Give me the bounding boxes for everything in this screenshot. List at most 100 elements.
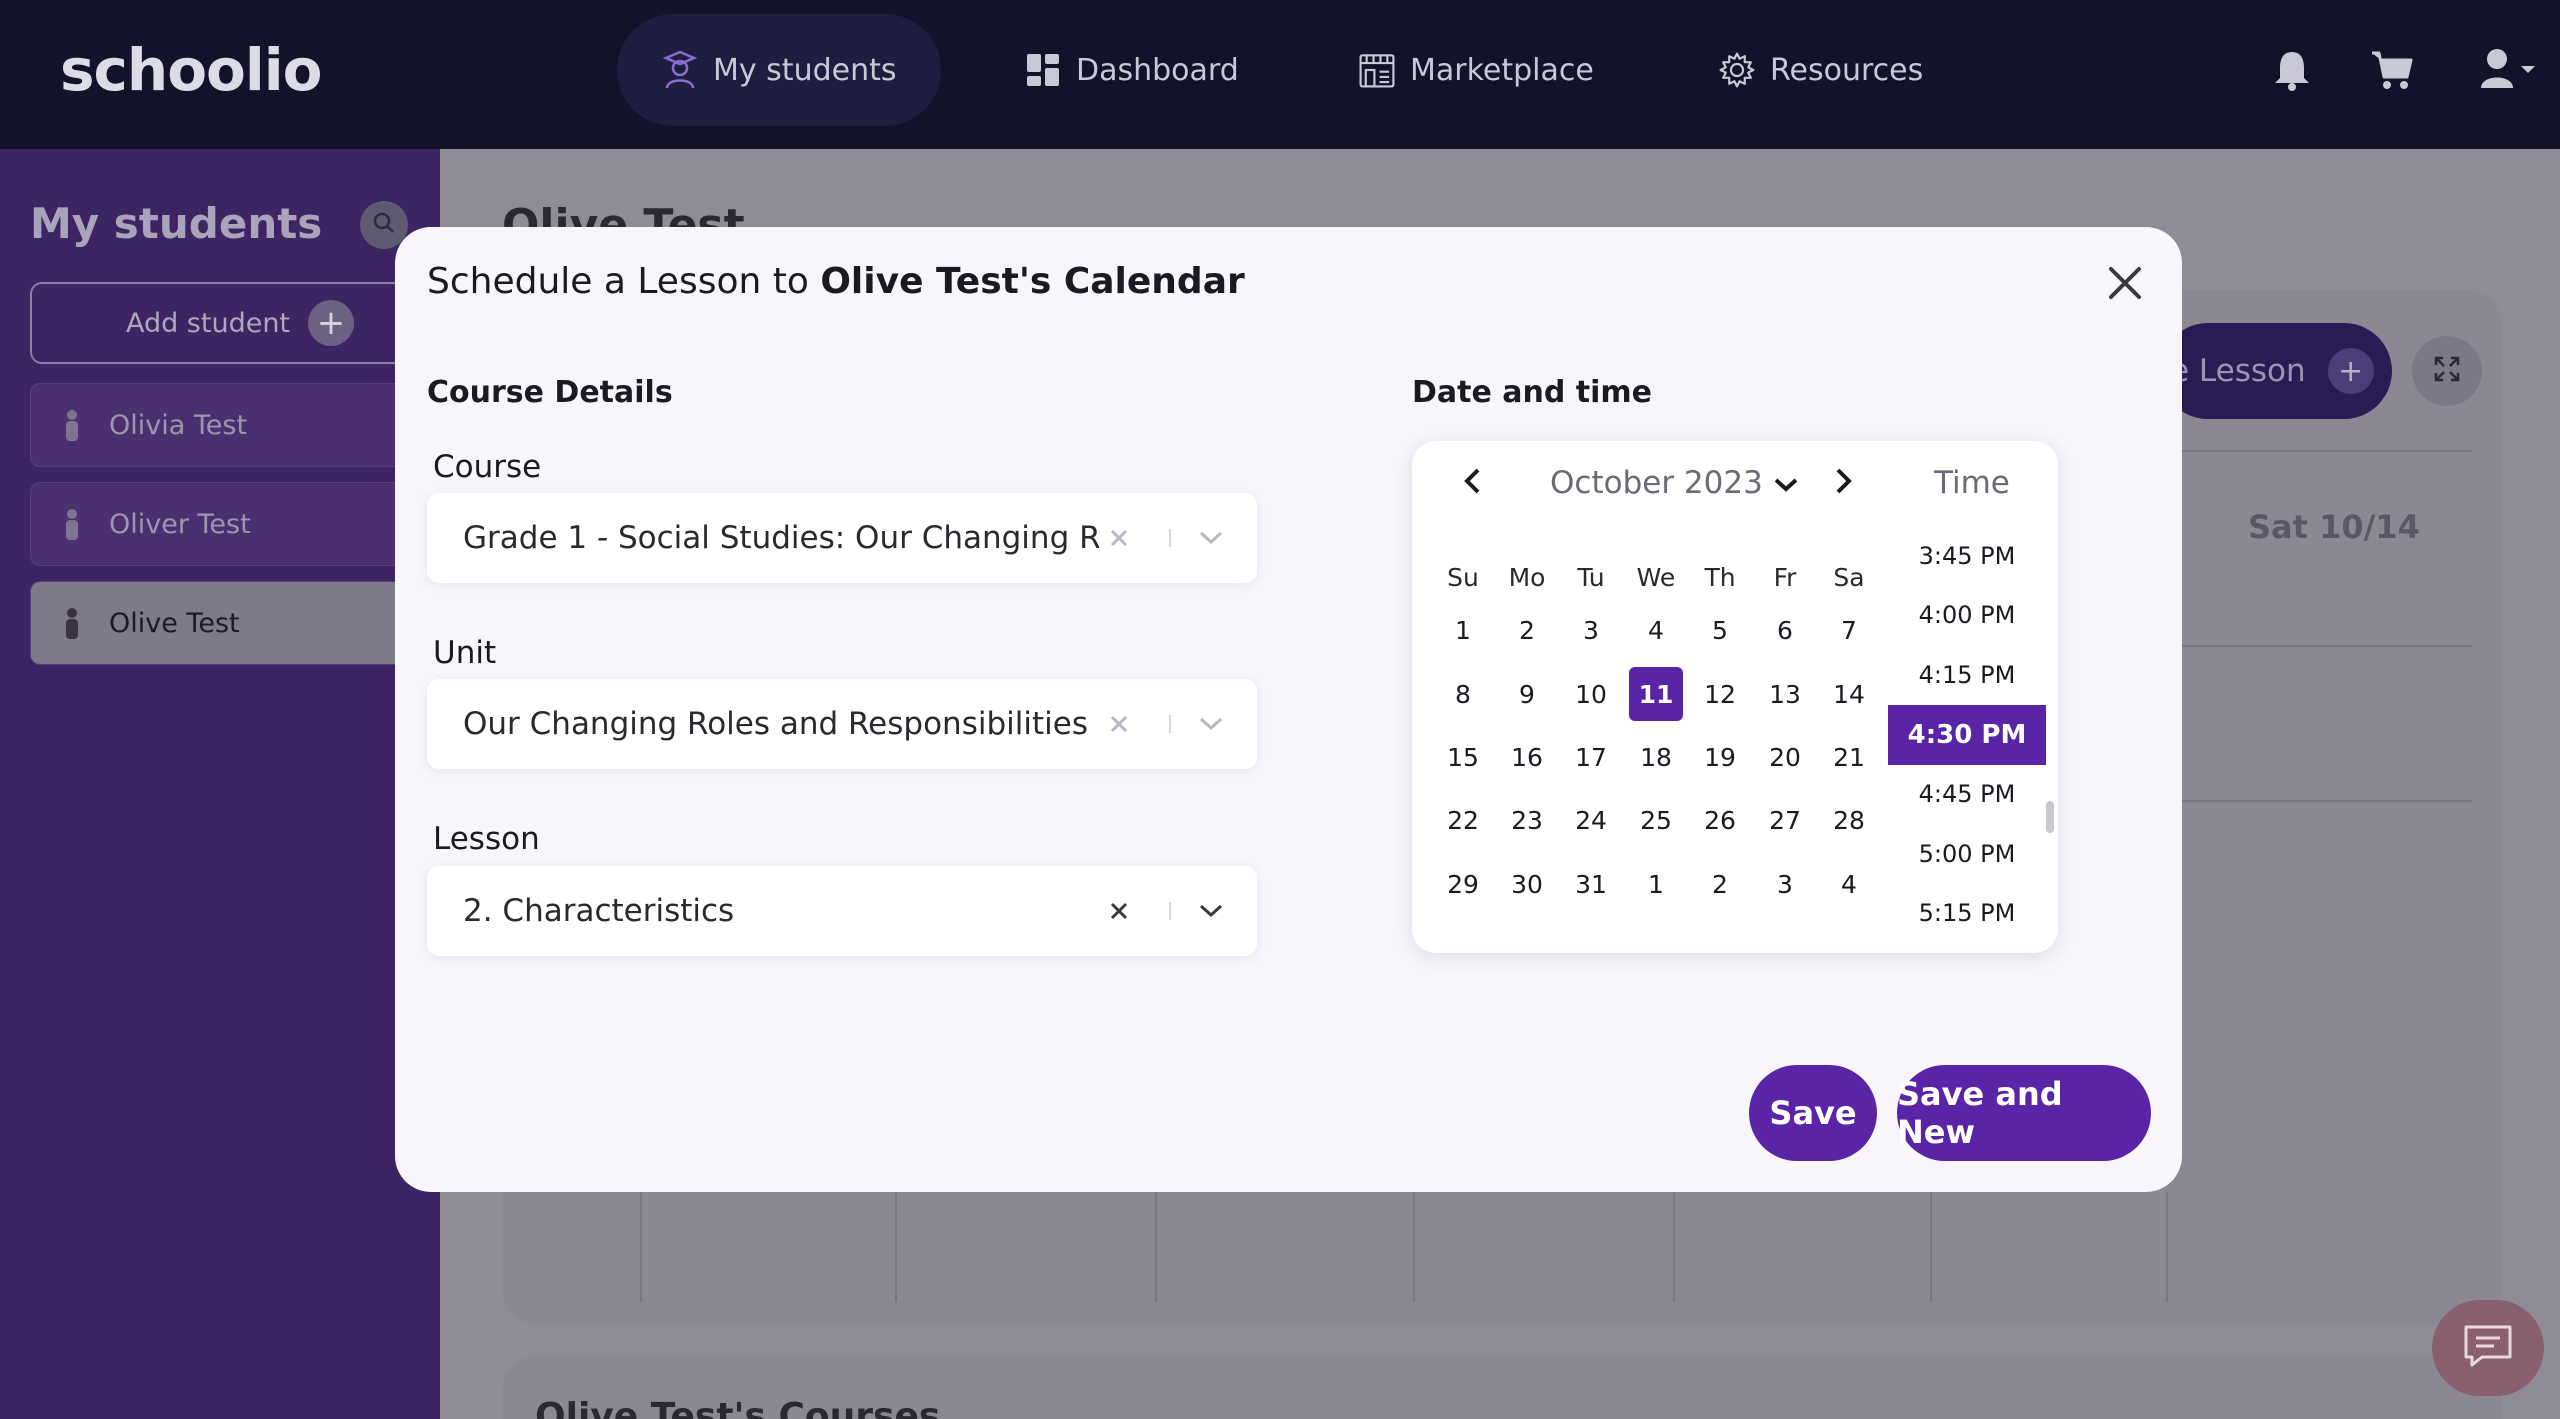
calendar-day[interactable]: 13 bbox=[1758, 667, 1812, 721]
calendar-day[interactable]: 27 bbox=[1758, 793, 1812, 847]
month-select[interactable]: October 2023 bbox=[1550, 465, 1799, 501]
time-slot[interactable]: 4:00 PM bbox=[1888, 585, 2046, 645]
schedule-lesson-button[interactable]: e Lesson + bbox=[2160, 323, 2392, 419]
date-time-heading: Date and time bbox=[1412, 375, 1653, 410]
sidebar-item-olive-test[interactable]: Olive Test bbox=[30, 581, 450, 665]
calendar-day[interactable]: 25 bbox=[1629, 793, 1683, 847]
divider bbox=[1673, 1192, 1675, 1302]
time-slot[interactable]: 3:45 PM bbox=[1888, 526, 2046, 586]
top-nav: schoolio My students Dashboard Marketpla… bbox=[0, 0, 2560, 149]
nav-label: Dashboard bbox=[1076, 52, 1239, 88]
previous-month-button[interactable] bbox=[1452, 463, 1492, 503]
chevron-down-icon[interactable] bbox=[1191, 518, 1231, 558]
calendar-day[interactable]: 3 bbox=[1758, 857, 1812, 911]
close-button[interactable] bbox=[2103, 263, 2147, 307]
chevron-down-icon[interactable] bbox=[1191, 891, 1231, 931]
course-select[interactable]: Grade 1 - Social Studies: Our Changing R… bbox=[427, 493, 1257, 583]
user-menu[interactable] bbox=[2468, 46, 2548, 94]
calendar-day[interactable]: 2 bbox=[1500, 603, 1554, 657]
nav-dashboard[interactable]: Dashboard bbox=[980, 14, 1283, 126]
schedule-lesson-label: e Lesson bbox=[2170, 353, 2306, 389]
calendar-day[interactable]: 18 bbox=[1629, 730, 1683, 784]
calendar-day[interactable]: 12 bbox=[1693, 667, 1747, 721]
calendar-day[interactable]: 1 bbox=[1629, 857, 1683, 911]
calendar-day[interactable]: 8 bbox=[1436, 667, 1490, 721]
calendar-day[interactable]: 19 bbox=[1693, 730, 1747, 784]
calendar-day[interactable]: 28 bbox=[1822, 793, 1876, 847]
cart-icon[interactable] bbox=[2370, 46, 2414, 94]
nav-resources[interactable]: Resources bbox=[1674, 14, 1967, 126]
time-slot[interactable]: 5:15 PM bbox=[1888, 883, 2046, 943]
calendar-day[interactable]: 14 bbox=[1822, 667, 1876, 721]
calendar-day[interactable]: 11 bbox=[1629, 667, 1683, 721]
next-month-button[interactable] bbox=[1824, 463, 1864, 503]
add-student-label: Add student bbox=[125, 307, 291, 339]
clear-icon[interactable] bbox=[1099, 891, 1139, 931]
save-button[interactable]: Save bbox=[1749, 1065, 1877, 1161]
calendar-day[interactable]: 10 bbox=[1564, 667, 1618, 721]
time-slot[interactable]: 4:15 PM bbox=[1888, 645, 2046, 705]
month-label: October 2023 bbox=[1550, 465, 1763, 501]
plus-icon: + bbox=[308, 300, 355, 346]
weekday-header: Mo bbox=[1508, 563, 1546, 592]
calendar-day[interactable]: 2 bbox=[1693, 857, 1747, 911]
store-icon bbox=[1358, 51, 1396, 89]
time-slot[interactable]: 5:00 PM bbox=[1888, 824, 2046, 884]
weekday-header: Sa bbox=[1833, 563, 1865, 592]
sidebar-title: My students bbox=[30, 199, 323, 248]
time-scrollbar[interactable] bbox=[2046, 801, 2054, 833]
nav-marketplace[interactable]: Marketplace bbox=[1314, 14, 1638, 126]
divider bbox=[1155, 1192, 1157, 1302]
expand-button[interactable] bbox=[2412, 336, 2482, 406]
calendar-day[interactable]: 4 bbox=[1629, 603, 1683, 657]
calendar-day[interactable]: 9 bbox=[1500, 667, 1554, 721]
calendar-day[interactable]: 24 bbox=[1564, 793, 1618, 847]
student-icon bbox=[661, 50, 699, 89]
separator bbox=[1169, 715, 1171, 733]
divider bbox=[1930, 1192, 1932, 1302]
calendar-day[interactable]: 31 bbox=[1564, 857, 1618, 911]
calendar-day[interactable]: 22 bbox=[1436, 793, 1490, 847]
nav-label: Resources bbox=[1770, 52, 1924, 88]
calendar-day[interactable]: 6 bbox=[1758, 603, 1812, 657]
calendar-day[interactable]: 15 bbox=[1436, 730, 1490, 784]
divider bbox=[2166, 1192, 2168, 1302]
add-student-button[interactable]: Add student + bbox=[30, 282, 450, 364]
time-slot[interactable]: 4:45 PM bbox=[1888, 764, 2046, 824]
calendar-day[interactable]: 26 bbox=[1693, 793, 1747, 847]
calendar-day[interactable]: 20 bbox=[1758, 730, 1812, 784]
divider bbox=[2180, 645, 2472, 647]
calendar-day[interactable]: 1 bbox=[1436, 603, 1490, 657]
date-time-picker: October 2023 Time Su Mo Tu We Th Fr Sa 1234567… bbox=[1412, 441, 2058, 953]
student-name: Olive Test bbox=[109, 607, 240, 639]
separator bbox=[1169, 529, 1171, 547]
calendar-day[interactable]: 29 bbox=[1436, 857, 1490, 911]
nav-label: My students bbox=[713, 52, 897, 88]
chevron-left-icon bbox=[1463, 467, 1481, 499]
clear-icon[interactable] bbox=[1099, 704, 1139, 744]
calendar-day[interactable]: 4 bbox=[1822, 857, 1876, 911]
chat-button[interactable] bbox=[2432, 1300, 2544, 1396]
app-logo[interactable]: schoolio bbox=[60, 36, 322, 104]
save-and-new-button[interactable]: Save and New bbox=[1897, 1065, 2151, 1161]
sidebar-item-olivia-test[interactable]: Olivia Test bbox=[30, 383, 450, 467]
search-icon bbox=[372, 211, 396, 239]
calendar-day[interactable]: 23 bbox=[1500, 793, 1554, 847]
sidebar-item-oliver-test[interactable]: Oliver Test bbox=[30, 482, 450, 566]
chevron-down-icon[interactable] bbox=[1191, 704, 1231, 744]
nav-my-students[interactable]: My students bbox=[617, 14, 941, 126]
calendar-day[interactable]: 17 bbox=[1564, 730, 1618, 784]
unit-select[interactable]: Our Changing Roles and Responsibilities bbox=[427, 679, 1257, 769]
time-slot[interactable]: 4:30 PM bbox=[1888, 705, 2046, 765]
calendar-day[interactable]: 3 bbox=[1564, 603, 1618, 657]
clear-icon[interactable] bbox=[1099, 518, 1139, 558]
calendar-day[interactable]: 21 bbox=[1822, 730, 1876, 784]
user-icon bbox=[2479, 46, 2519, 94]
divider bbox=[895, 1192, 897, 1302]
bell-icon[interactable] bbox=[2270, 46, 2314, 94]
calendar-day[interactable]: 7 bbox=[1822, 603, 1876, 657]
calendar-day[interactable]: 30 bbox=[1500, 857, 1554, 911]
calendar-day[interactable]: 5 bbox=[1693, 603, 1747, 657]
lesson-select[interactable]: 2. Characteristics bbox=[427, 866, 1257, 956]
calendar-day[interactable]: 16 bbox=[1500, 730, 1554, 784]
